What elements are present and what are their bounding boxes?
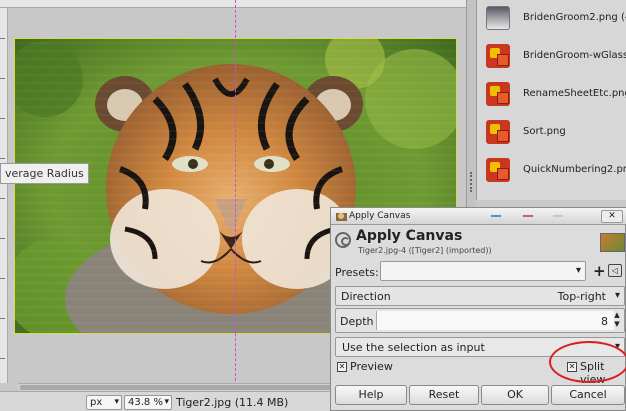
add-preset-button[interactable]: +: [593, 262, 606, 280]
depth-label: Depth: [340, 315, 374, 328]
chevron-down-icon: ▾: [114, 397, 119, 407]
shade-button[interactable]: [553, 215, 563, 217]
chevron-down-icon: ▾: [575, 265, 581, 276]
tooltip: verage Radius: [0, 163, 89, 184]
dock-image-item[interactable]: Sort.png: [483, 114, 626, 150]
close-icon: ✕: [608, 211, 616, 221]
dock-item-label: BridenGroom-wGlassF: [523, 50, 626, 61]
input-source-value: Use the selection as input: [342, 341, 485, 354]
depth-spin-buttons[interactable]: ▲ ▼: [612, 311, 622, 330]
image-info-label: Tiger2.jpg (11.4 MB): [176, 396, 289, 409]
direction-value: Top-right: [557, 290, 606, 303]
image-file-icon: [486, 44, 510, 68]
images-dock: BridenGroom2.png (4( BridenGroom-wGlassF…: [476, 0, 626, 200]
dock-item-label: BridenGroom2.png (4(: [523, 12, 626, 23]
dock-image-item[interactable]: BridenGroom-wGlassF: [483, 38, 626, 74]
zoom-selector[interactable]: 43.8 % ▾: [124, 395, 172, 410]
reset-button[interactable]: Reset: [409, 385, 479, 405]
dock-image-item[interactable]: QuickNumbering2.png: [483, 152, 626, 188]
dialog-title: Apply Canvas: [356, 228, 463, 244]
depth-spinscale[interactable]: Depth 8 ▲ ▼: [335, 308, 625, 333]
vertical-ruler[interactable]: [0, 8, 8, 383]
chevron-down-icon: ▾: [614, 290, 620, 301]
preview-label[interactable]: Preview: [350, 360, 393, 373]
preset-menu-button[interactable]: ◁: [608, 264, 622, 277]
dock-item-label: RenameSheetEtc.png: [523, 88, 626, 99]
dialog-header: Apply Canvas Tiger2.jpg-4 ([Tiger2] (imp…: [331, 226, 626, 256]
apply-canvas-dialog: Apply Canvas ✕ Apply Canvas Tiger2.jpg-4…: [330, 207, 626, 411]
image-file-icon: [486, 120, 510, 144]
dock-item-label: Sort.png: [523, 126, 566, 137]
gimp-window: verage Radius px ▾ 43.8 % ▾ Tiger2.jpg (…: [0, 0, 626, 411]
chevron-down-icon: ▾: [164, 397, 169, 407]
image-file-icon: [486, 158, 510, 182]
dock-item-label: QuickNumbering2.png: [523, 164, 626, 175]
close-button[interactable]: ✕: [601, 210, 623, 223]
dialog-titlebar[interactable]: Apply Canvas ✕: [331, 208, 626, 225]
direction-label: Direction: [341, 290, 391, 303]
unit-value: px: [90, 397, 103, 408]
chevron-down-icon[interactable]: ▼: [612, 320, 622, 329]
minimize-button[interactable]: [491, 215, 501, 217]
highlight-circle-annotation: [549, 341, 626, 383]
image-file-icon: [486, 82, 510, 106]
depth-slider-track[interactable]: [376, 311, 614, 330]
direction-combo[interactable]: Direction Top-right ▾: [335, 286, 625, 306]
help-button[interactable]: Help: [335, 385, 407, 405]
gegl-icon: [335, 232, 351, 248]
horizontal-ruler[interactable]: [0, 0, 466, 8]
dialog-subtitle: Tiger2.jpg-4 ([Tiger2] (imported)): [358, 246, 492, 255]
dock-image-item[interactable]: RenameSheetEtc.png: [483, 76, 626, 112]
vertical-guide-line: [235, 0, 236, 391]
window-title: Apply Canvas: [349, 211, 411, 221]
unit-selector[interactable]: px ▾: [86, 395, 122, 410]
preview-checkbox[interactable]: ✕: [337, 362, 347, 372]
image-thumbnail: [600, 233, 625, 252]
dock-resize-handle[interactable]: [470, 172, 472, 192]
chevron-up-icon[interactable]: ▲: [612, 311, 622, 320]
gimp-app-icon: [336, 213, 347, 221]
depth-value: 8: [601, 315, 608, 328]
ok-button[interactable]: OK: [481, 385, 549, 405]
zoom-value: 43.8 %: [128, 397, 163, 408]
presets-combo[interactable]: ▾: [380, 261, 586, 281]
photo-thumbnail: [486, 6, 510, 30]
maximize-button[interactable]: [523, 215, 533, 217]
presets-label: Presets:: [335, 266, 379, 279]
dock-image-item[interactable]: BridenGroom2.png (4(: [483, 0, 626, 36]
cancel-button[interactable]: Cancel: [551, 385, 625, 405]
